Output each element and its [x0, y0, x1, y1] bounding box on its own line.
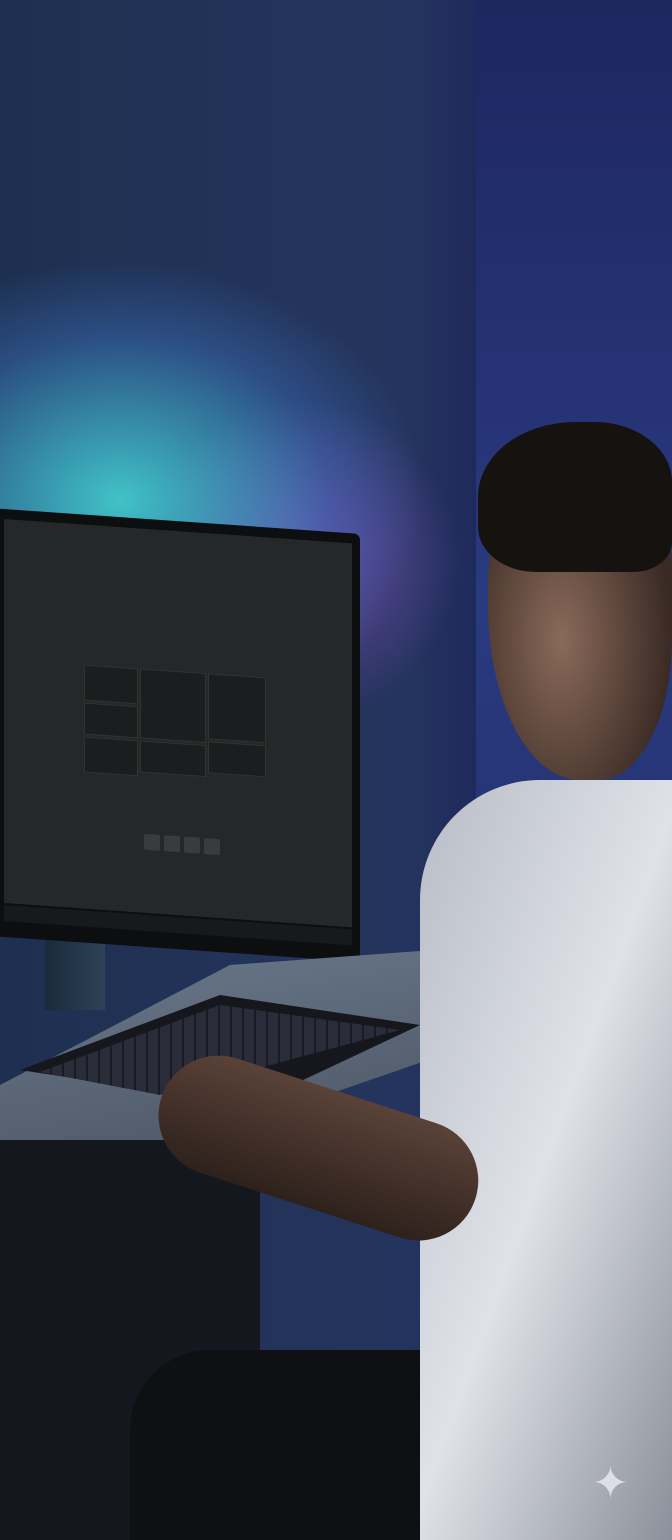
screen-card	[140, 668, 206, 744]
screen-button	[204, 837, 220, 856]
screen-card	[140, 740, 206, 778]
monitor	[0, 508, 360, 962]
screen-button	[184, 836, 200, 854]
sparkle-icon: ✦	[592, 1458, 629, 1509]
screen-card	[84, 664, 138, 705]
monitor-screen	[4, 518, 352, 928]
person-hair	[478, 422, 672, 572]
screen-card	[84, 736, 138, 777]
screen-card	[208, 673, 266, 744]
screen-button	[164, 835, 180, 853]
screen-card	[208, 741, 266, 778]
screen-card	[84, 702, 138, 739]
screen-button	[144, 833, 160, 851]
